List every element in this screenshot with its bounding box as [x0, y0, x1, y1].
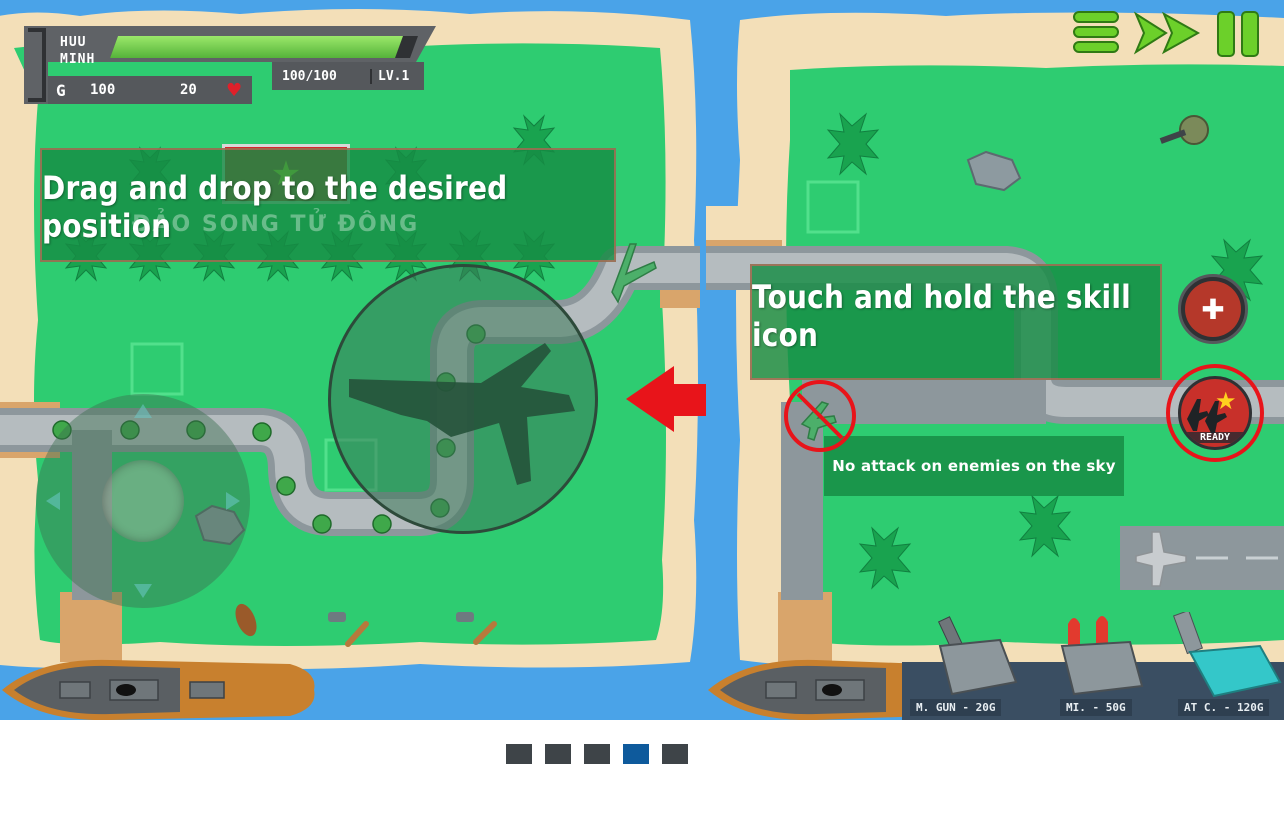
health-bar-fill: [109, 36, 404, 58]
no-air-attack-banner: No attack on enemies on the sky: [824, 436, 1124, 496]
airstrike-drop-zone[interactable]: [328, 264, 598, 534]
pagination-dot-3[interactable]: [584, 744, 610, 764]
health-text: 100/100: [282, 68, 337, 84]
tower-anti-tank-label: AT C. - 120G: [1178, 699, 1270, 716]
drag-hint-text: Drag and drop to the desired position: [42, 169, 508, 245]
tower-missile[interactable]: MI. - 50G: [1034, 612, 1158, 720]
player-hud: HUU MINH G 100 20 ♥ 100/100 LV.1: [20, 24, 440, 108]
pagination-dot-2[interactable]: [545, 744, 571, 764]
no-air-attack-text: No attack on enemies on the sky: [832, 457, 1116, 475]
player-name-line-1: HUU: [60, 35, 87, 50]
pagination-dot-1[interactable]: [506, 744, 532, 764]
skill-hint-text: Touch and hold the skill icon: [752, 278, 1131, 354]
player-name-line-2: MINH: [60, 52, 96, 67]
tower-shop: M. GUN - 20G MI. - 50G AT C. - 120G: [904, 612, 1284, 720]
airstrike-skill-icon: ★ READY: [1178, 376, 1252, 450]
airstrike-skill-button[interactable]: ★ READY: [1166, 364, 1264, 462]
health-bar: [109, 36, 419, 58]
hud-stats-row: G 100 20 ♥: [48, 76, 252, 104]
lives-value: 20: [180, 82, 197, 98]
tower-missile-label: MI. - 50G: [1060, 699, 1132, 716]
joystick-arrow-right-icon: [226, 492, 240, 510]
gold-label: G: [56, 80, 66, 100]
drag-hint-banner: ĐẢO SONG TỬ ĐÔNG Drag and drop to the de…: [40, 148, 616, 262]
level-text: LV.1: [370, 68, 409, 84]
game-viewport[interactable]: ★ ĐẢO SONG TỬ ĐÔNG Drag and drop to the …: [0, 0, 1284, 720]
pagination-dot-4[interactable]: [623, 744, 649, 764]
pause-button[interactable]: [1214, 8, 1264, 60]
joystick-arrow-down-icon: [134, 584, 152, 598]
heal-skill-button[interactable]: ✚: [1178, 274, 1248, 344]
pause-icon: [1217, 11, 1259, 57]
hamburger-menu-icon: [1073, 11, 1119, 53]
carousel-pagination: [506, 744, 696, 768]
fast-forward-button[interactable]: [1132, 8, 1204, 58]
joystick-knob[interactable]: [102, 460, 184, 542]
jet-silhouette-icon: [349, 343, 575, 485]
joystick-arrow-up-icon: [134, 404, 152, 418]
tutorial-panel-left: ★ ĐẢO SONG TỬ ĐÔNG Drag and drop to the …: [0, 0, 700, 720]
tower-machine-gun[interactable]: M. GUN - 20G: [904, 612, 1032, 720]
skill-hint-banner: Touch and hold the skill icon: [750, 264, 1162, 380]
player-name: HUU MINH: [60, 34, 95, 68]
menu-button[interactable]: [1072, 8, 1120, 56]
tutorial-panel-right: Touch and hold the skill icon No attack …: [706, 0, 1284, 720]
no-air-attack-icon: [784, 380, 856, 452]
joystick-arrow-left-icon: [46, 492, 60, 510]
tower-anti-tank-cannon[interactable]: AT C. - 120G: [1160, 612, 1284, 720]
gold-value: 100: [90, 82, 116, 98]
machine-gun-tower-icon: [937, 616, 1018, 696]
heart-icon: ♥: [226, 79, 243, 101]
airstrike-status-label: READY: [1181, 432, 1249, 443]
pagination-dot-5[interactable]: [662, 744, 688, 764]
tower-machine-gun-label: M. GUN - 20G: [910, 699, 1002, 716]
missile-tower-icon: [1060, 616, 1144, 696]
anti-tank-cannon-icon: [1173, 612, 1282, 698]
hud-health-level-row: 100/100 LV.1: [272, 62, 424, 90]
virtual-joystick[interactable]: [36, 394, 250, 608]
fast-forward-icon: [1133, 11, 1201, 55]
heal-skill-icon: ✚: [1185, 281, 1241, 337]
